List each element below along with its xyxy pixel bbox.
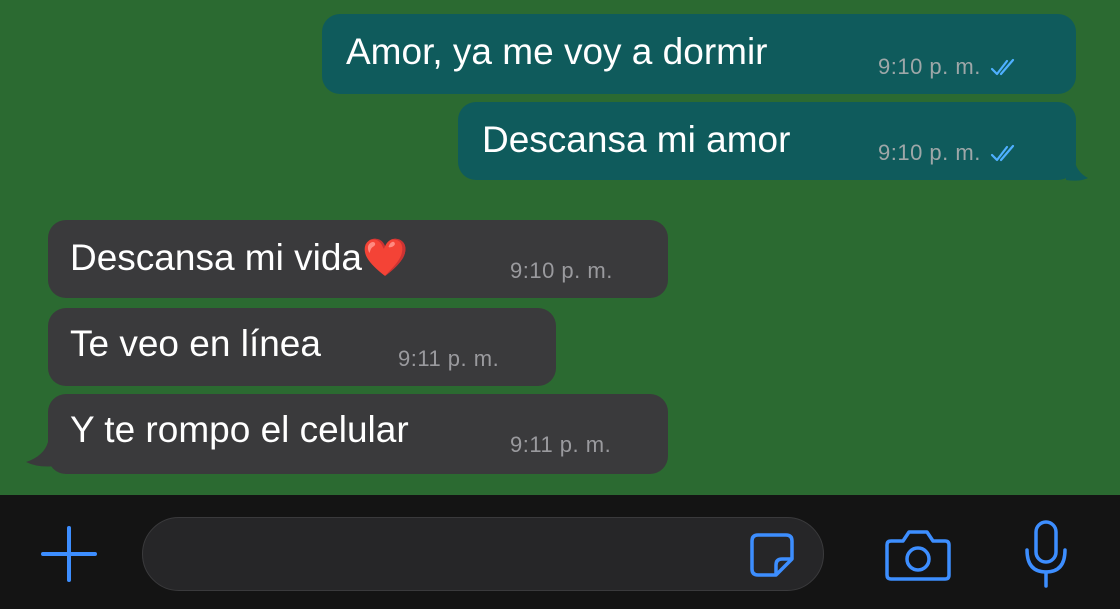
message-text: Amor, ya me voy a dormir (346, 31, 768, 72)
microphone-icon (1025, 520, 1067, 588)
incoming-bubble-tail (26, 442, 56, 467)
sticker-button[interactable] (742, 525, 802, 585)
chat-area[interactable]: Amor, ya me voy a dormir 9:10 p. m. Desc… (0, 0, 1120, 495)
message-timestamp: 9:10 p. m. (878, 140, 981, 165)
incoming-message-bubble[interactable]: Descansa mi vida❤️ 9:10 p. m. (48, 220, 668, 298)
message-timestamp: 9:10 p. m. (878, 54, 981, 79)
incoming-message-bubble[interactable]: Y te rompo el celular 9:11 p. m. (48, 394, 668, 474)
plus-icon (41, 526, 97, 582)
read-receipt-icon (989, 143, 1019, 163)
read-receipt-icon (989, 57, 1019, 77)
message-input[interactable] (142, 517, 824, 591)
outgoing-message-bubble[interactable]: Amor, ya me voy a dormir 9:10 p. m. (322, 14, 1076, 94)
message-meta: 9:10 p. m. (878, 54, 1019, 80)
sticker-icon (750, 533, 794, 577)
outgoing-bubble-tail (1066, 158, 1088, 181)
camera-button[interactable] (880, 523, 956, 587)
voice-message-button[interactable] (1016, 517, 1076, 593)
message-text: Descansa mi vida❤️ (70, 237, 409, 278)
message-meta: 9:11 p. m. (510, 432, 611, 458)
message-meta: 9:10 p. m. (510, 258, 613, 284)
message-text: Y te rompo el celular (70, 409, 409, 450)
camera-icon (885, 530, 951, 581)
message-timestamp: 9:11 p. m. (398, 346, 500, 371)
message-text: Descansa mi amor (482, 119, 791, 160)
message-meta: 9:10 p. m. (878, 140, 1019, 166)
attach-button[interactable] (36, 521, 102, 587)
message-meta: 9:11 p. m. (398, 346, 499, 372)
outgoing-message-bubble[interactable]: Descansa mi amor 9:10 p. m. (458, 102, 1076, 180)
message-timestamp: 9:11 p. m. (510, 432, 612, 457)
message-timestamp: 9:10 p. m. (510, 258, 613, 283)
message-input-bar (0, 495, 1120, 609)
message-text: Te veo en línea (70, 323, 321, 364)
incoming-message-bubble[interactable]: Te veo en línea 9:11 p. m. (48, 308, 556, 386)
